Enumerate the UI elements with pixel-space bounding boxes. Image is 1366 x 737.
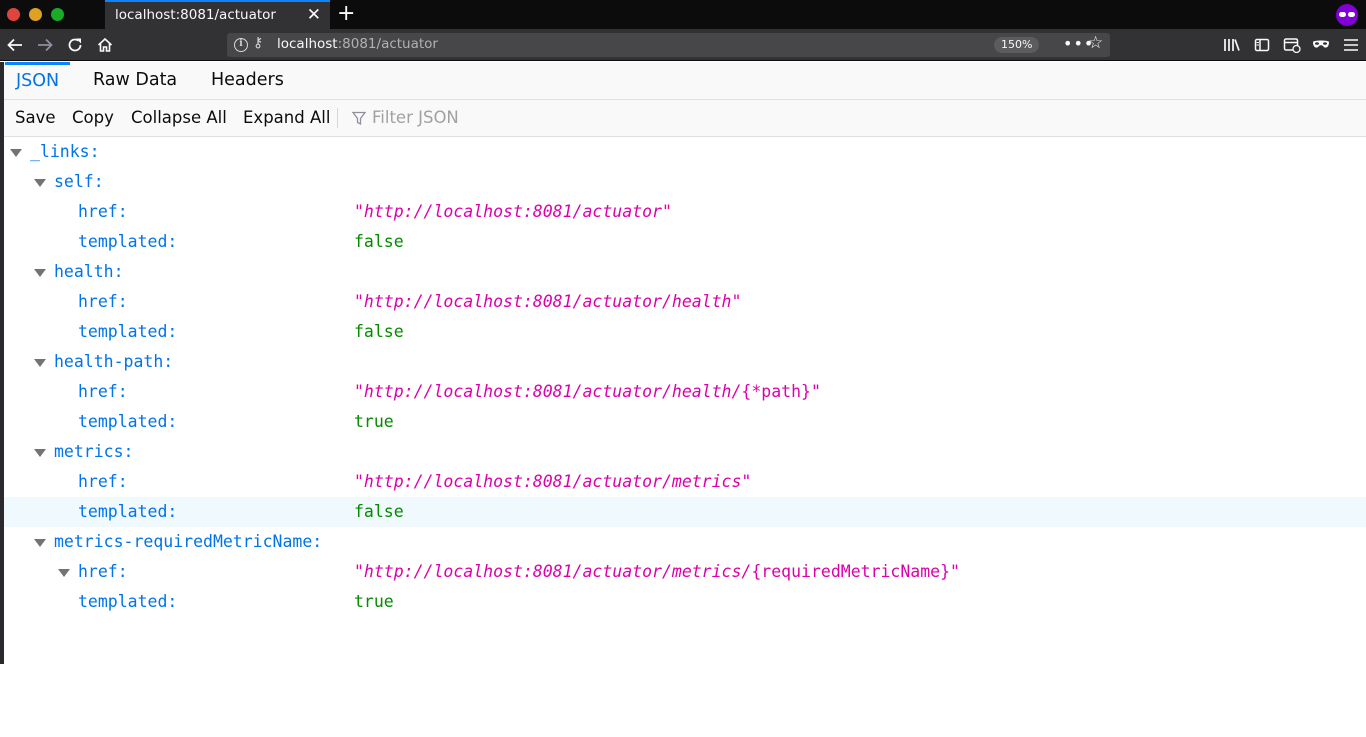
json-key: self:	[54, 172, 104, 191]
reload-button[interactable]	[63, 29, 87, 61]
json-string-value: "http://localhost:8081/actuator/metrics"	[354, 472, 752, 491]
json-key: templated:	[78, 322, 178, 341]
json-string-value: "http://localhost:8081/actuator/health/{…	[354, 382, 821, 401]
json-key: _links:	[30, 142, 100, 161]
json-key: health-path:	[54, 352, 174, 371]
library-icon	[1224, 39, 1240, 51]
expand-toggle-icon[interactable]	[34, 539, 46, 547]
json-key: href:	[78, 292, 128, 311]
browser-tab[interactable]: localhost:8081/actuator ✕	[105, 0, 330, 29]
bookmark-star-icon[interactable]: ☆	[1088, 33, 1103, 53]
json-key: templated:	[78, 592, 178, 611]
tree-row-health[interactable]: health:	[4, 257, 1366, 287]
tree-row-metrics-required-metric-name[interactable]: metrics-requiredMetricName:	[4, 527, 1366, 557]
json-key: templated:	[78, 232, 178, 251]
expand-toggle-icon[interactable]	[58, 569, 70, 577]
expand-all-button[interactable]: Expand All	[243, 100, 330, 136]
navigation-toolbar: i ⚷ localhost:8081/actuator 150% ••• ☆	[0, 29, 1366, 61]
json-key: href:	[78, 382, 128, 401]
back-arrow-icon	[7, 38, 22, 52]
tab-strip: localhost:8081/actuator ✕ +	[0, 0, 1366, 29]
tree-row-metrics[interactable]: metrics:	[4, 437, 1366, 467]
forward-arrow-icon	[38, 38, 53, 52]
menu-button[interactable]	[1339, 29, 1363, 61]
json-string-value: "http://localhost:8081/actuator/metrics/…	[354, 562, 960, 581]
new-tab-button[interactable]: +	[337, 1, 355, 27]
filter-icon	[352, 111, 366, 126]
tree-row-self-href[interactable]: href: "http://localhost:8081/actuator"	[4, 197, 1366, 227]
filter-json-input[interactable]: Filter JSON	[372, 100, 459, 136]
json-toolbar: Save Copy Collapse All Expand All Filter…	[4, 100, 1366, 137]
json-boolean-value: true	[354, 592, 394, 611]
private-mask-button[interactable]	[1309, 29, 1333, 61]
save-button[interactable]: Save	[15, 100, 56, 136]
viewer-tabs: JSON Raw Data Headers	[4, 62, 1366, 100]
home-icon	[97, 37, 113, 52]
toolbar-divider	[337, 108, 338, 128]
private-mask-icon	[1313, 40, 1329, 48]
json-boolean-value: false	[354, 322, 404, 341]
key-icon[interactable]: ⚷	[253, 35, 263, 51]
json-boolean-value: true	[354, 412, 394, 431]
json-key: templated:	[78, 502, 178, 521]
zoom-level-badge[interactable]: 150%	[994, 37, 1040, 53]
expand-toggle-icon[interactable]	[34, 179, 46, 187]
json-boolean-value: false	[354, 502, 404, 521]
sidebar-button[interactable]	[1250, 29, 1274, 61]
forward-button[interactable]	[33, 29, 57, 61]
tree-row-metrics-templated[interactable]: templated: false	[4, 497, 1366, 527]
tree-row-self-templated[interactable]: templated: false	[4, 227, 1366, 257]
json-key: href:	[78, 562, 128, 581]
synced-tabs-icon	[1283, 38, 1301, 53]
window-minimize-button[interactable]	[29, 8, 42, 21]
tab-raw-data[interactable]: Raw Data	[82, 62, 188, 99]
private-browsing-icon	[1336, 4, 1358, 26]
tree-row-metrics-required-href[interactable]: href: "http://localhost:8081/actuator/me…	[4, 557, 1366, 587]
collapse-all-button[interactable]: Collapse All	[131, 100, 227, 136]
json-key: metrics:	[54, 442, 134, 461]
tab-title: localhost:8081/actuator	[115, 7, 276, 23]
json-viewer: JSON Raw Data Headers Save Copy Collapse…	[0, 62, 1366, 664]
tree-row-metrics-required-templated[interactable]: templated: true	[4, 587, 1366, 617]
tree-row-links[interactable]: _links:	[4, 137, 1366, 167]
hamburger-menu-icon	[1344, 39, 1358, 51]
synced-tabs-button[interactable]	[1280, 29, 1304, 61]
expand-toggle-icon[interactable]	[34, 359, 46, 367]
tab-headers[interactable]: Headers	[200, 62, 295, 99]
tab-json[interactable]: JSON	[5, 62, 71, 99]
expand-toggle-icon[interactable]	[34, 269, 46, 277]
window-close-button[interactable]	[7, 8, 20, 21]
back-button[interactable]	[3, 29, 27, 61]
tree-row-health-templated[interactable]: templated: false	[4, 317, 1366, 347]
tree-row-health-href[interactable]: href: "http://localhost:8081/actuator/he…	[4, 287, 1366, 317]
tree-row-self[interactable]: self:	[4, 167, 1366, 197]
close-tab-icon[interactable]: ✕	[307, 5, 321, 25]
home-button[interactable]	[93, 29, 117, 61]
tree-row-health-path-href[interactable]: href: "http://localhost:8081/actuator/he…	[4, 377, 1366, 407]
tree-row-metrics-href[interactable]: href: "http://localhost:8081/actuator/me…	[4, 467, 1366, 497]
json-key: templated:	[78, 412, 178, 431]
json-string-value: "http://localhost:8081/actuator"	[354, 202, 672, 221]
expand-toggle-icon[interactable]	[10, 149, 22, 157]
json-key: metrics-requiredMetricName:	[54, 532, 323, 551]
json-key: href:	[78, 202, 128, 221]
library-button[interactable]	[1220, 29, 1244, 61]
copy-button[interactable]: Copy	[72, 100, 114, 136]
tree-row-health-path[interactable]: health-path:	[4, 347, 1366, 377]
json-key: health:	[54, 262, 124, 281]
url-bar[interactable]: i ⚷ localhost:8081/actuator 150% ••• ☆	[227, 33, 1110, 57]
json-key: href:	[78, 472, 128, 491]
json-string-value: "http://localhost:8081/actuator/health"	[354, 292, 742, 311]
url-host: localhost	[277, 36, 338, 52]
window-maximize-button[interactable]	[51, 8, 64, 21]
tree-row-health-path-templated[interactable]: templated: true	[4, 407, 1366, 437]
expand-toggle-icon[interactable]	[34, 449, 46, 457]
sidebar-icon	[1254, 38, 1270, 52]
json-boolean-value: false	[354, 232, 404, 251]
url-path: :8081/actuator	[337, 36, 438, 52]
url-text[interactable]: localhost:8081/actuator	[277, 36, 438, 52]
site-info-icon[interactable]: i	[234, 38, 248, 52]
reload-icon	[68, 38, 82, 52]
